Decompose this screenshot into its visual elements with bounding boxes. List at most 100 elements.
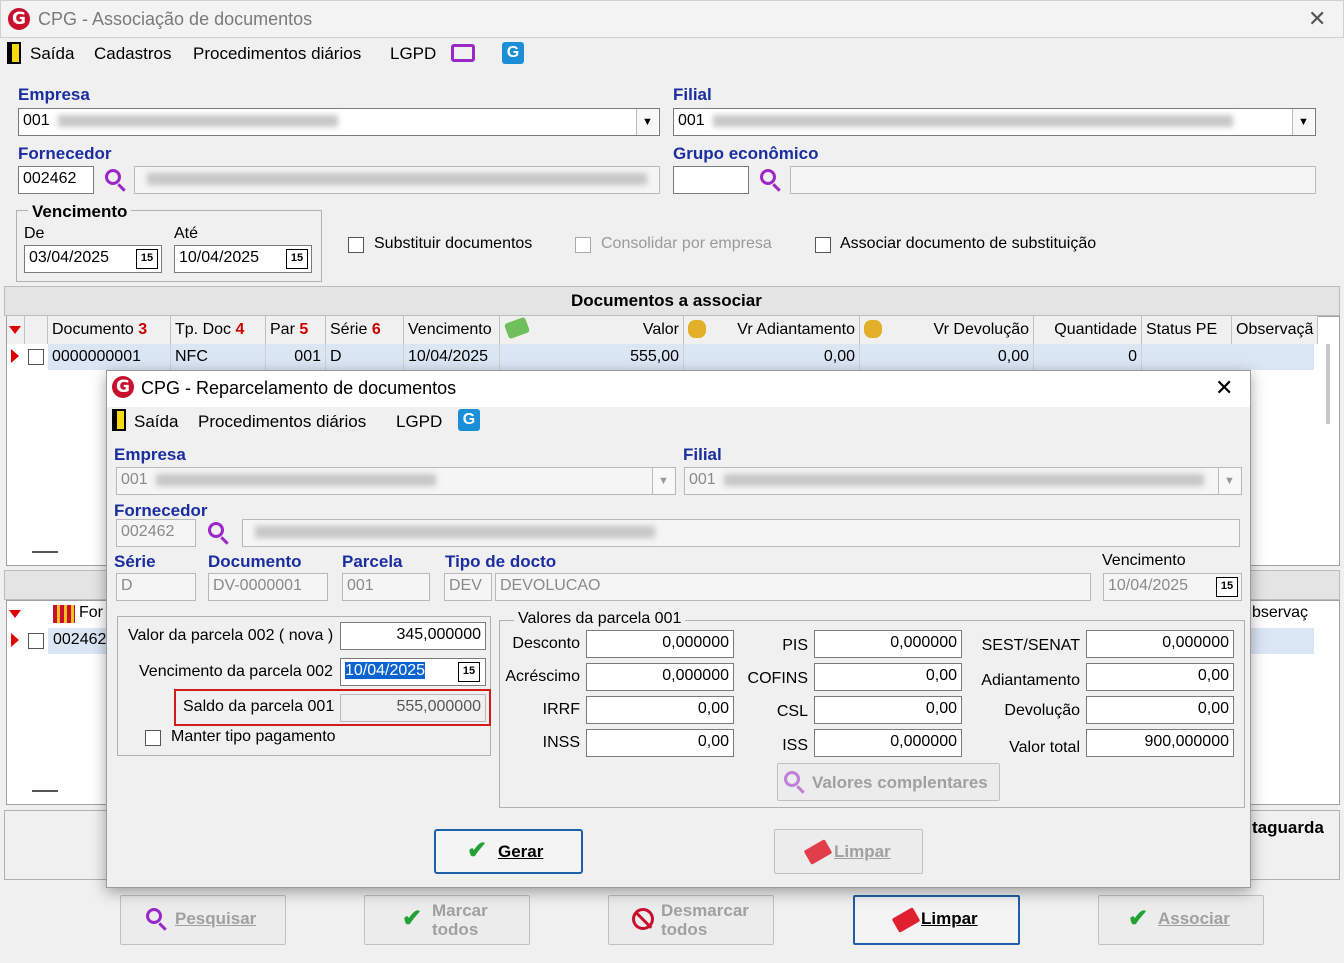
dialog-fornecedor-search-icon[interactable]	[208, 522, 224, 538]
fornecedor-code-field[interactable]: 002462	[18, 166, 94, 194]
menu-procedimentos[interactable]: Procedimentos diários	[193, 44, 361, 64]
menu-cadastros[interactable]: Cadastros	[94, 44, 171, 64]
col-status-pe[interactable]: Status PE	[1142, 316, 1232, 344]
grid-check-header	[25, 316, 48, 344]
grid2-col-fornecedor[interactable]: For	[79, 604, 103, 622]
filial-dropdown-icon[interactable]: ▼	[1292, 109, 1314, 135]
grupo-name-field	[790, 166, 1316, 194]
venc-parcela-calendar-icon[interactable]: 15	[458, 662, 480, 682]
iss-field[interactable]: 0,000000	[814, 729, 962, 757]
col-observacao[interactable]: Observaçã	[1232, 316, 1318, 344]
row-vencimento: 10/04/2025	[404, 344, 500, 370]
csl-field[interactable]: 0,00	[814, 696, 962, 724]
devolucao-field[interactable]: 0,00	[1086, 696, 1234, 724]
grid-menu-triangle-icon	[9, 326, 21, 334]
col-vr-adiantamento[interactable]: Vr Adiantamento	[684, 316, 860, 344]
acrescimo-field[interactable]: 0,000000	[586, 663, 734, 691]
empresa-dropdown-icon[interactable]: ▼	[636, 109, 658, 135]
dialog-menu-lgpd[interactable]: LGPD	[396, 412, 442, 432]
col-documento[interactable]: Documento 3	[48, 316, 171, 344]
valor-total-field[interactable]: 900,000000	[1086, 729, 1234, 757]
grid2-menu-triangle-icon[interactable]	[9, 610, 21, 618]
grid2-row-checkbox[interactable]	[28, 633, 44, 649]
desmarcar-label-line1: Desmarcar	[661, 901, 749, 920]
grupo-search-icon[interactable]	[760, 169, 776, 185]
menu-lgpd[interactable]: LGPD	[390, 44, 436, 64]
ate-calendar-icon[interactable]: 15	[286, 249, 308, 269]
pis-label: PIS	[782, 637, 808, 654]
substituir-label: Substituir documentos	[374, 235, 533, 252]
dialog-menu-saida[interactable]: Saída	[134, 412, 178, 432]
dialog-filial-select: 001	[684, 467, 1242, 495]
marcar-label: Marcar todos	[432, 901, 488, 939]
inss-field[interactable]: 0,00	[586, 729, 734, 757]
row-checkbox[interactable]	[28, 349, 44, 365]
monitor-icon[interactable]	[451, 44, 475, 62]
irrf-field[interactable]: 0,00	[586, 696, 734, 724]
grid2-splitter[interactable]	[32, 790, 58, 792]
dialog-limpar-label: Limpar	[834, 842, 891, 861]
saldo-field: 555,000000	[340, 694, 486, 722]
sest-label: SEST/SENAT	[981, 637, 1080, 654]
empresa-select[interactable]: 001	[18, 108, 660, 136]
devolucao-label: Devolução	[1004, 702, 1080, 719]
desconto-label: Desconto	[512, 635, 580, 652]
grupo-code-field[interactable]	[673, 166, 749, 194]
pis-field[interactable]: 0,000000	[814, 630, 962, 658]
menu-saida[interactable]: Saída	[30, 44, 74, 64]
sort-num-par: 5	[299, 321, 309, 338]
de-label: De	[24, 225, 45, 242]
dialog-parcela-label: Parcela	[342, 552, 403, 571]
dialog-close-icon[interactable]: ✕	[1215, 376, 1233, 401]
row-tpdoc: NFC	[171, 344, 266, 370]
empresa-code: 001	[23, 112, 50, 129]
grid-scrollbar[interactable]	[1326, 344, 1330, 424]
sest-field[interactable]: 0,000000	[1086, 630, 1234, 658]
empresa-label: Empresa	[18, 85, 90, 104]
dialog-documento-label: Documento	[208, 552, 302, 571]
col-vencimento[interactable]: Vencimento	[404, 316, 500, 344]
col-quantidade[interactable]: Quantidade	[1034, 316, 1142, 344]
dialog-fornecedor-name	[242, 519, 1240, 547]
row-par: 001	[266, 344, 326, 370]
main-close-icon[interactable]: ✕	[1308, 7, 1326, 32]
g-app-icon[interactable]: G	[502, 42, 524, 64]
grid2-col-observacao[interactable]: bservaç	[1252, 604, 1308, 622]
vencimento-group-title: Vencimento	[28, 202, 132, 222]
venc-parcela-label: Vencimento da parcela 002	[139, 663, 333, 680]
substituir-checkbox[interactable]	[348, 237, 364, 253]
filial-select[interactable]: 001	[673, 108, 1316, 136]
limpar-label: Limpar	[921, 909, 978, 928]
dialog-g-app-icon[interactable]: G	[458, 409, 480, 431]
main-window-title: CPG - Associação de documentos	[38, 9, 313, 29]
dialog-filial-dropdown-icon: ▼	[1218, 468, 1240, 494]
fornecedor-label: Fornecedor	[18, 144, 112, 163]
dialog-venc-calendar-icon: 15	[1216, 577, 1238, 597]
row-quantidade: 0	[1034, 344, 1142, 370]
col-serie[interactable]: Série 6	[326, 316, 404, 344]
adiantamento-field[interactable]: 0,00	[1086, 663, 1234, 691]
grid-splitter[interactable]	[32, 551, 58, 553]
col-par[interactable]: Par 5	[266, 316, 326, 344]
pesquisar-icon	[146, 908, 162, 924]
row-vr-devolucao: 0,00	[860, 344, 1034, 370]
fornecedor-search-icon[interactable]	[105, 169, 121, 185]
cofins-field[interactable]: 0,00	[814, 663, 962, 691]
row-serie: D	[326, 344, 404, 370]
consolidar-checkbox[interactable]	[575, 237, 591, 253]
sort-num-tpdoc: 4	[235, 321, 245, 338]
fornecedor-name-field	[134, 166, 660, 194]
row-valor: 555,00	[500, 344, 684, 370]
desconto-field[interactable]: 0,000000	[586, 630, 734, 658]
col-tpdoc[interactable]: Tp. Doc 4	[171, 316, 266, 344]
de-calendar-icon[interactable]: 15	[136, 249, 158, 269]
col-vr-devolucao[interactable]: Vr Devolução	[860, 316, 1034, 344]
venc-parcela-value: 10/04/2025	[345, 662, 426, 679]
associar-substituicao-checkbox[interactable]	[815, 237, 831, 253]
dialog-menu-procedimentos[interactable]: Procedimentos diários	[198, 412, 366, 432]
valor-parcela-input[interactable]: 345,000000	[340, 622, 486, 650]
col-serie-label: Série	[330, 321, 368, 338]
app-logo-icon: G	[8, 8, 30, 30]
ate-label: Até	[174, 225, 199, 242]
manter-checkbox[interactable]	[145, 730, 161, 746]
